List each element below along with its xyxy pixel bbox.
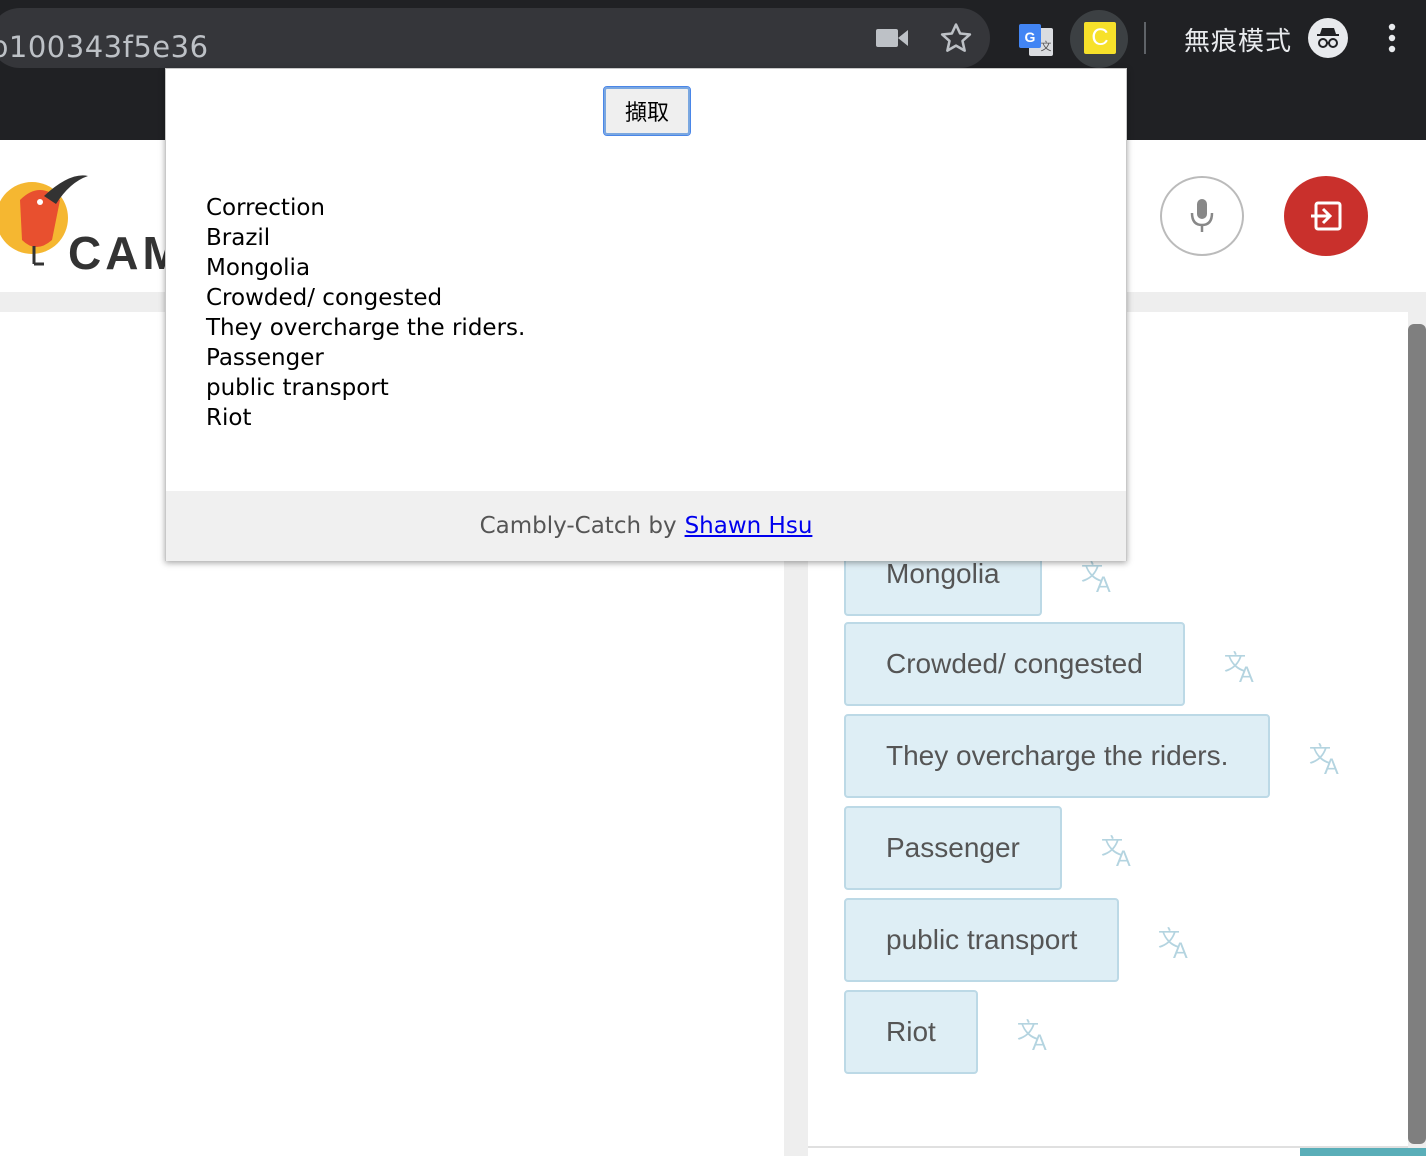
scrollbar[interactable] — [1408, 324, 1426, 1144]
translate-icon[interactable]: 文A — [1306, 736, 1346, 776]
star-icon[interactable] — [938, 20, 974, 56]
captured-phrase: Correction — [206, 195, 325, 221]
author-link[interactable]: Shawn Hsu — [685, 513, 813, 539]
translate-icon[interactable]: 文A — [1014, 1012, 1054, 1052]
capture-button[interactable]: 擷取 — [603, 86, 691, 136]
svg-text:A: A — [1324, 754, 1339, 776]
microphone-button[interactable] — [1160, 176, 1244, 256]
phrase-card-row: Riot 文A — [844, 990, 1054, 1074]
svg-text:A: A — [1096, 572, 1111, 594]
phrase-chip[interactable]: They overcharge the riders. — [844, 714, 1271, 798]
video-camera-icon[interactable] — [876, 24, 908, 52]
captured-phrase: Riot — [206, 405, 252, 431]
phrase-card-row: They overcharge the riders. 文A — [844, 714, 1346, 798]
captured-phrase: They overcharge the riders. — [206, 315, 526, 341]
popup-footer: Cambly-Catch by Shawn Hsu — [166, 491, 1126, 561]
phrase-chip[interactable]: public transport — [844, 898, 1120, 982]
svg-text:G: G — [1025, 29, 1036, 45]
microphone-icon — [1190, 199, 1214, 232]
captured-phrase-list: Correction Brazil Mongolia Crowded/ cong… — [206, 193, 525, 433]
captured-phrase: Mongolia — [206, 255, 311, 281]
captured-phrase: public transport — [206, 375, 389, 401]
svg-text:文: 文 — [1041, 39, 1052, 53]
translate-icon[interactable]: 文A — [1221, 644, 1261, 684]
phrase-card-row: public transport 文A — [844, 898, 1195, 982]
exit-button[interactable] — [1284, 176, 1368, 256]
google-translate-icon[interactable]: G文 — [1016, 20, 1056, 60]
svg-text:A: A — [1116, 846, 1131, 868]
toolbar-divider — [1144, 22, 1146, 54]
url-text[interactable]: b100343f5e36 — [0, 30, 209, 64]
svg-text:A: A — [1173, 938, 1188, 960]
exit-icon — [1311, 201, 1342, 231]
captured-phrase: Brazil — [206, 225, 271, 251]
more-menu-icon[interactable] — [1380, 22, 1404, 54]
incognito-label[interactable]: 無痕模式 — [1184, 21, 1292, 58]
phrase-chip[interactable]: Passenger — [844, 806, 1062, 890]
footer-credit: Cambly-Catch by — [479, 513, 677, 539]
phrase-card-row: Passenger 文A — [844, 806, 1138, 890]
translate-icon[interactable]: 文A — [1098, 828, 1138, 868]
phrase-card-row: Crowded/ congested 文A — [844, 622, 1261, 706]
phrase-chip[interactable]: Crowded/ congested — [844, 622, 1185, 706]
captured-phrase: Crowded/ congested — [206, 285, 443, 311]
phrase-chip[interactable]: Riot — [844, 990, 978, 1074]
extension-icon[interactable]: C — [1084, 22, 1116, 54]
svg-text:A: A — [1239, 662, 1254, 684]
cambly-logo[interactable]: CAM — [0, 170, 181, 279]
extension-popup: 擷取 Correction Brazil Mongolia Crowded/ c… — [165, 68, 1127, 561]
teal-strip — [1300, 1148, 1426, 1156]
translate-icon[interactable]: 文A — [1155, 920, 1195, 960]
svg-text:A: A — [1032, 1030, 1047, 1052]
captured-phrase: Passenger — [206, 345, 324, 371]
address-bar[interactable]: b100343f5e36 — [0, 8, 990, 68]
incognito-icon[interactable] — [1308, 18, 1348, 58]
